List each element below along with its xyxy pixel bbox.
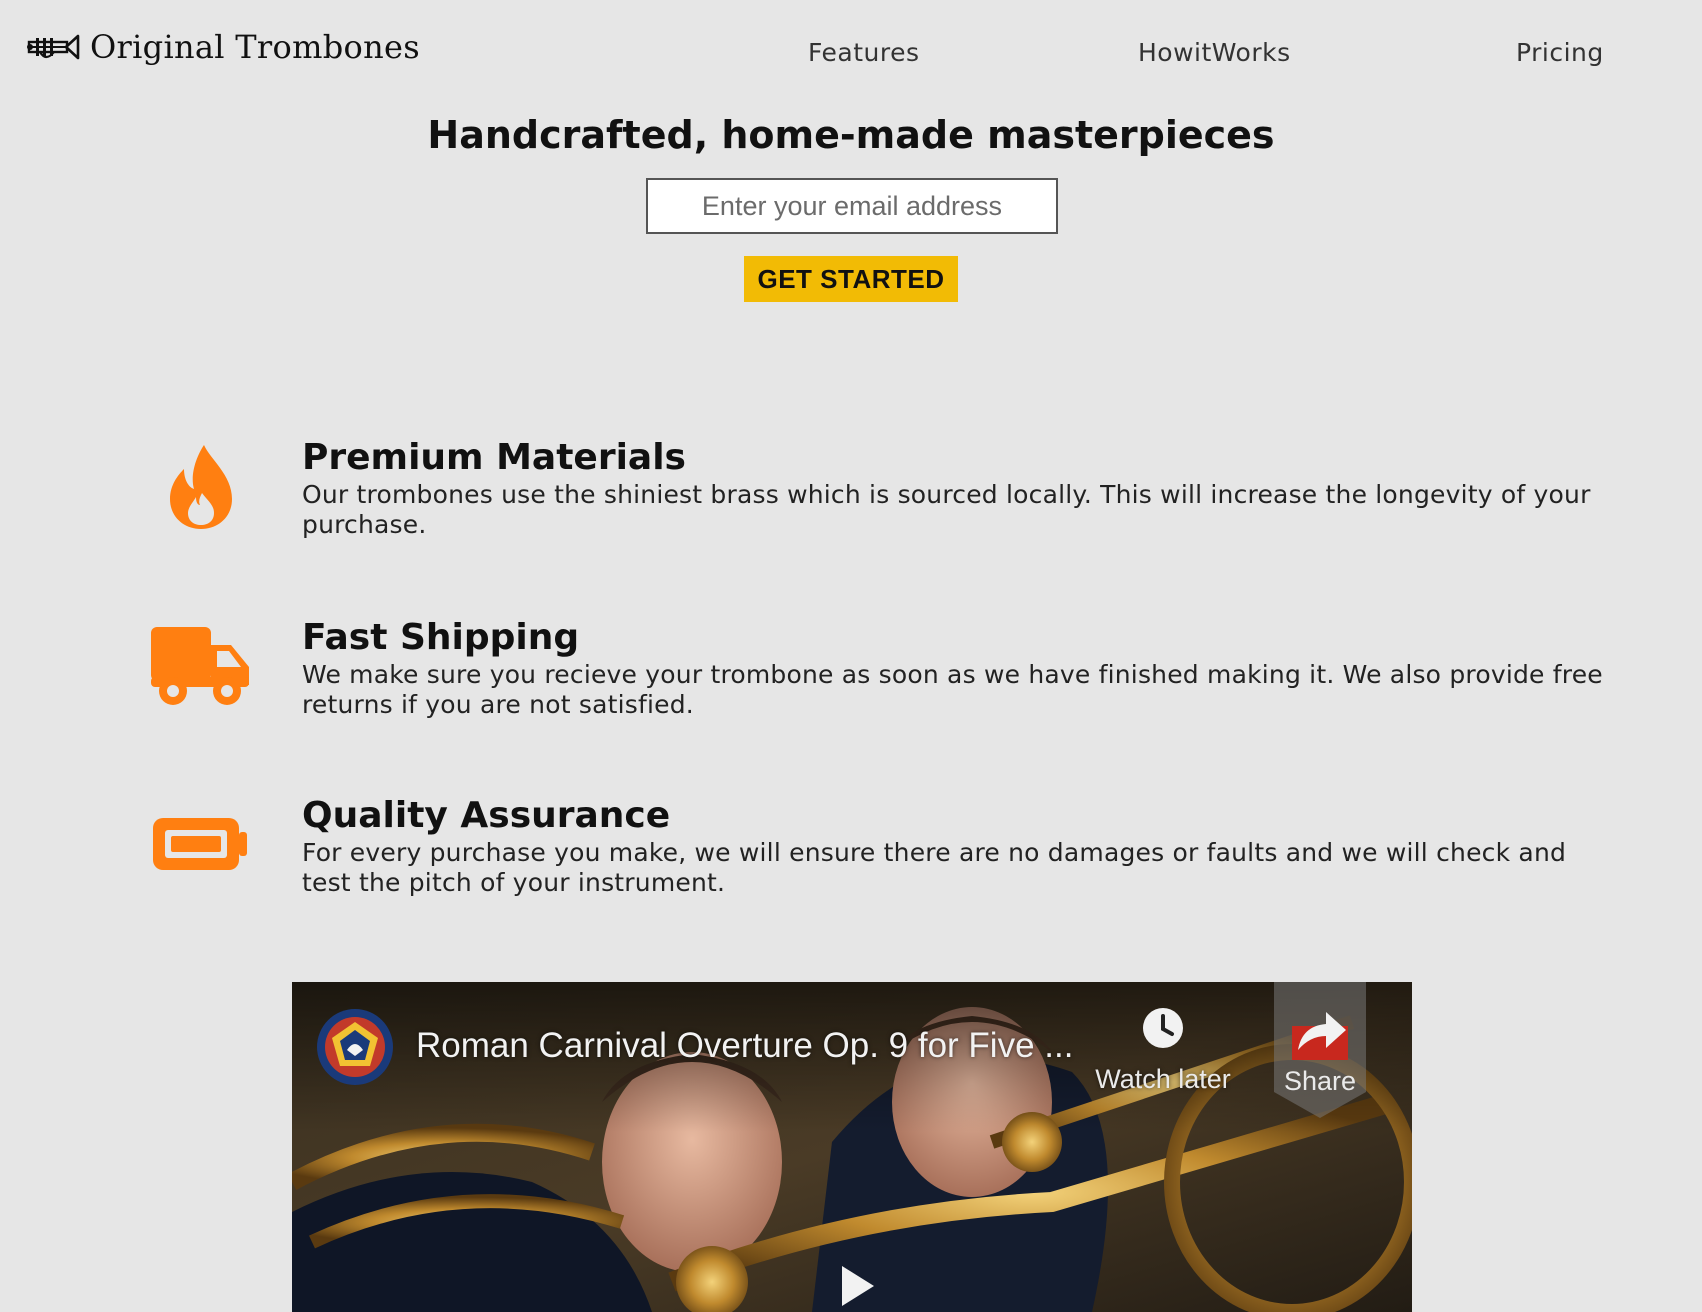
brand-logo[interactable]: Original Trombones [26, 28, 420, 66]
share-label: Share [1283, 1066, 1357, 1096]
nav-link-features[interactable]: Features [808, 36, 920, 70]
feature-description: Our trombones use the shiniest brass whi… [302, 480, 1591, 539]
nav-link-how-it-works[interactable]: HowitWorks [1138, 36, 1291, 70]
feature-body: Quality Assurance For every purchase you… [302, 794, 1622, 898]
feature-body: Premium Materials Our trombones use the … [302, 436, 1622, 540]
email-input[interactable] [646, 178, 1058, 234]
feature-description: We make sure you recieve your trombone a… [302, 660, 1603, 719]
trombone-icon [27, 34, 80, 60]
feature-description: For every purchase you make, we will ens… [302, 838, 1567, 897]
share-button[interactable]: Share [1274, 982, 1366, 1118]
watch-later-label: Watch later [1095, 1064, 1231, 1094]
get-started-button[interactable]: GET STARTED [744, 256, 958, 302]
channel-avatar[interactable] [316, 1008, 394, 1086]
hero-title: Handcrafted, home-made masterpieces [427, 113, 1275, 157]
battery-full-icon [146, 794, 256, 894]
video-player[interactable]: Roman Carnival Overture Op. 9 for Five .… [292, 982, 1412, 1312]
watch-later-button[interactable]: Watch later [1088, 1004, 1238, 1104]
truck-icon [146, 616, 256, 716]
video-title[interactable]: Roman Carnival Overture Op. 9 for Five .… [416, 1022, 1073, 1070]
feature-title: Premium Materials [302, 437, 686, 478]
play-icon[interactable] [812, 1252, 892, 1312]
nav-link-pricing[interactable]: Pricing [1516, 36, 1604, 70]
feature-title: Fast Shipping [302, 617, 580, 658]
fire-icon [146, 436, 256, 536]
share-arrow-icon [1292, 1012, 1348, 1060]
clock-icon [1143, 1008, 1183, 1048]
feature-title: Quality Assurance [302, 795, 671, 836]
site-header: Original Trombones Features HowitWorks P… [0, 0, 1702, 100]
feature-body: Fast Shipping We make sure you recieve y… [302, 616, 1622, 720]
brand-name: Original Trombones [90, 28, 420, 66]
